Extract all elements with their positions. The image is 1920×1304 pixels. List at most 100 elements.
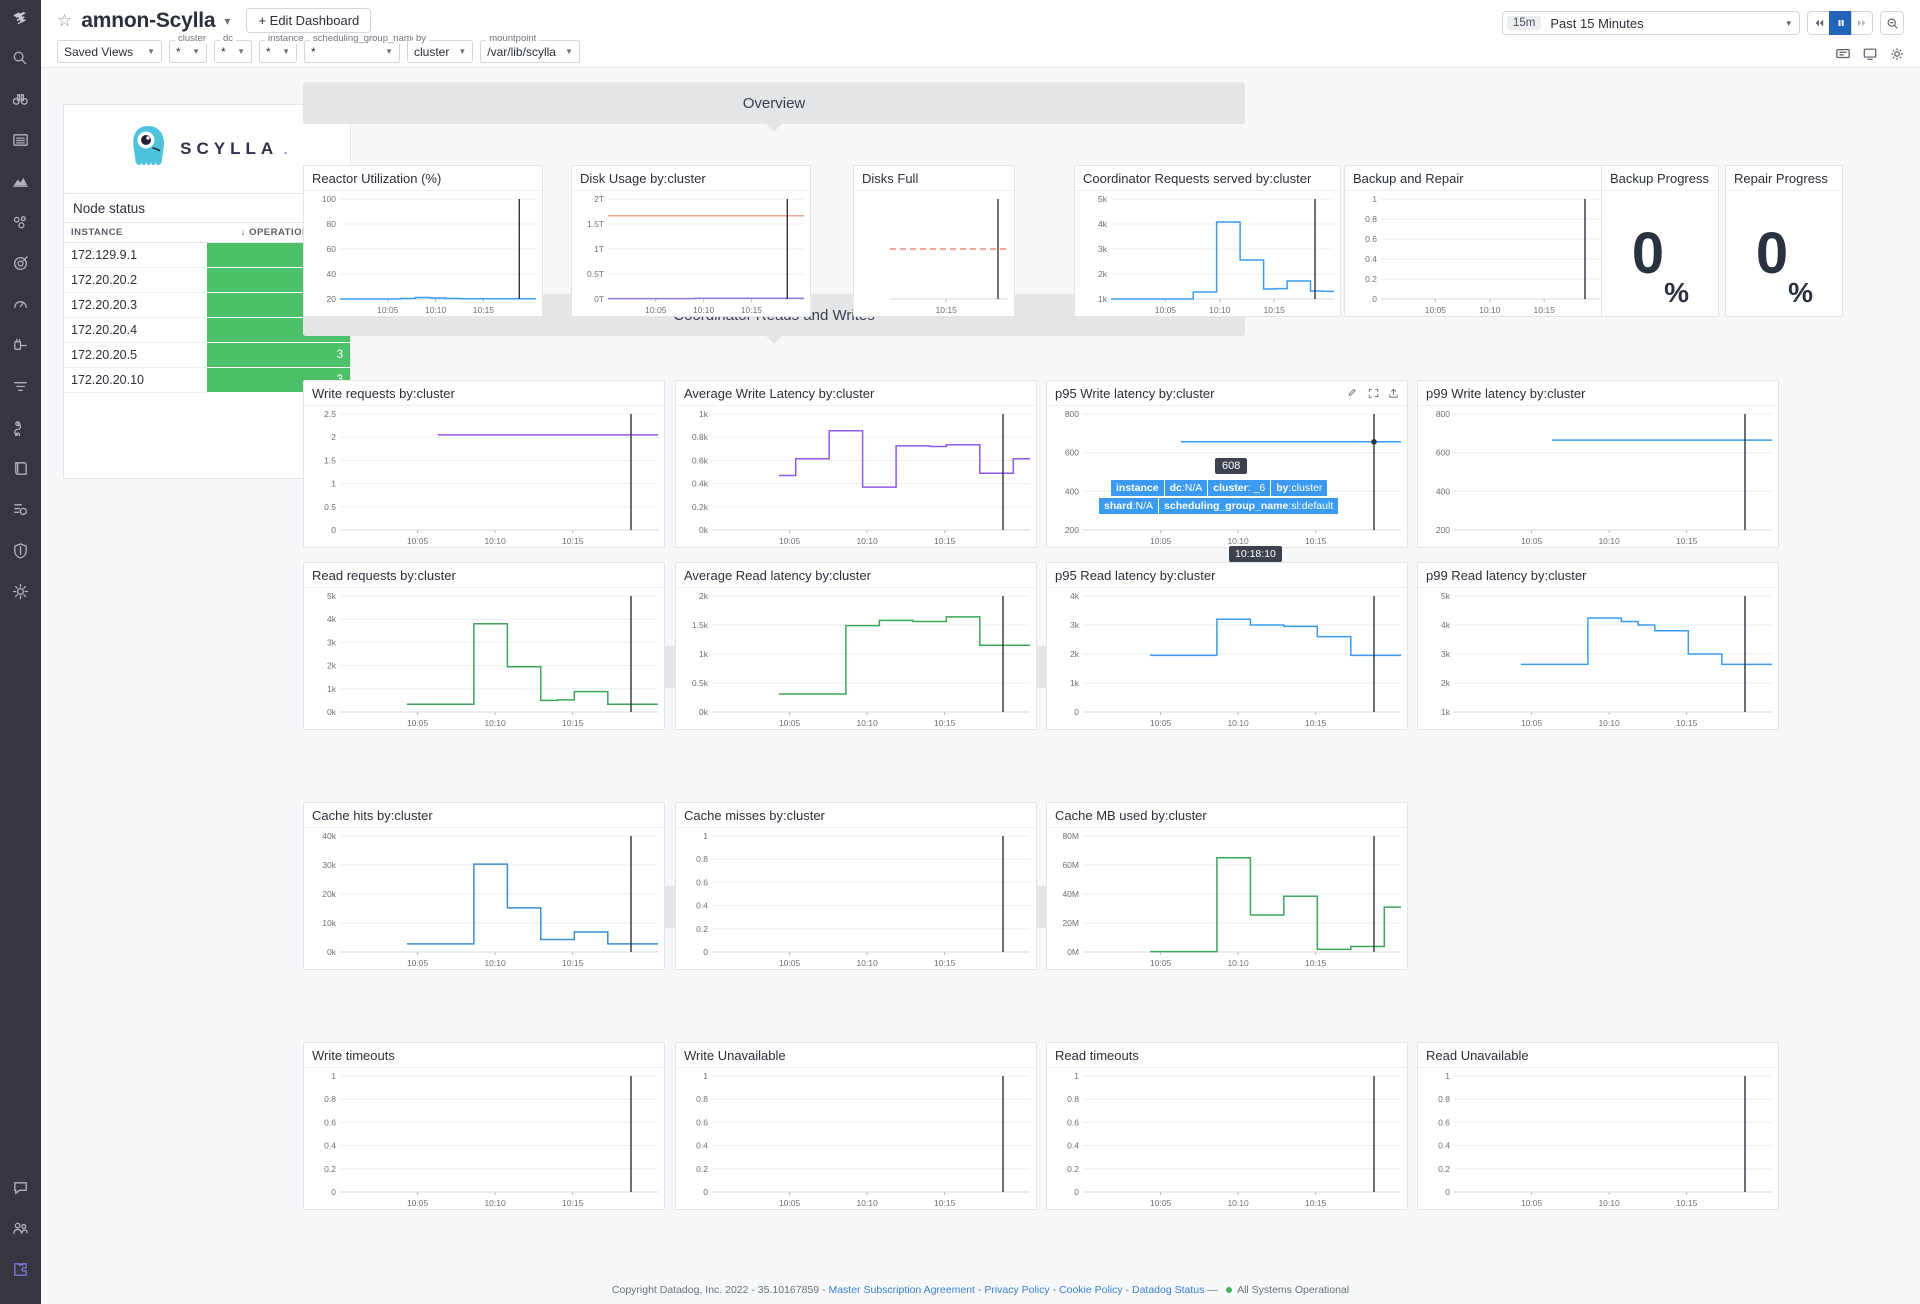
average-write-latency-plot[interactable]: 1k 0.8k 0.6k 0.4k 0.2k 0k 10:05 10:10 10:15: [676, 406, 1036, 548]
team-people-icon[interactable]: [0, 1208, 41, 1249]
instance-filter[interactable]: instance * ▼: [259, 33, 307, 63]
svg-text:0.2: 0.2: [696, 1164, 708, 1174]
settings-gear-icon[interactable]: [1890, 47, 1904, 61]
integrations-puzzle-icon[interactable]: [0, 1249, 41, 1290]
read-timeouts-plot[interactable]: 1 0.8 0.6 0.4 0.2 0 10:05 10:10 10:15: [1047, 1068, 1407, 1210]
footer-link-master-subscription-agreement[interactable]: Master Subscription Agreement: [828, 1284, 975, 1296]
saved-views-select-value: Saved Views: [64, 44, 134, 59]
svg-text:1.5k: 1.5k: [692, 620, 709, 630]
svg-text:0.2: 0.2: [696, 924, 708, 934]
watchdog-binoculars-icon[interactable]: [0, 79, 41, 120]
footer: Copyright Datadog, Inc. 2022 - 35.101678…: [611, 1284, 1350, 1296]
dashboards-list-icon[interactable]: [0, 120, 41, 161]
mountpoint-filter[interactable]: mountpoint/var/lib/scylla ▼: [480, 33, 580, 63]
table-row[interactable]: 172.20.20.5 3: [64, 342, 350, 368]
node-instance: 172.20.20.5: [64, 342, 207, 368]
header-utility-icons: [1836, 47, 1904, 61]
svg-text:10:15: 10:15: [1305, 718, 1327, 728]
traces-link-icon[interactable]: [0, 407, 41, 448]
node-instance: 172.20.20.10: [64, 367, 207, 393]
svg-text:10:10: 10:10: [1227, 958, 1249, 968]
svg-text:10:10: 10:10: [425, 305, 447, 315]
write-requests-plot[interactable]: 2.5 2 1.5 1 0.5 0 10:05 10:10 10:15: [304, 406, 664, 548]
cache-hits-plot[interactable]: 40k 30k 20k 10k 0k 10:05 10:10 10:15: [304, 828, 664, 970]
footer-link-privacy-policy[interactable]: Privacy Policy: [984, 1284, 1049, 1296]
write-unavailable-plot[interactable]: 1 0.8 0.6 0.4 0.2 0 10:05 10:10 10:15: [676, 1068, 1036, 1210]
disk-usage-plot[interactable]: 2T 1.5T 1T 0.5T 0T 10:05 10:10 10:15: [572, 191, 810, 317]
ci-sun-icon[interactable]: [0, 571, 41, 612]
step-backward-button[interactable]: [1807, 11, 1829, 35]
footer-link-cookie-policy[interactable]: Cookie Policy: [1059, 1284, 1123, 1296]
svg-text:30k: 30k: [322, 860, 336, 870]
logs-funnel-icon[interactable]: [0, 366, 41, 407]
scheduling-group-name-filter-label: scheduling_group_name: [310, 33, 421, 44]
svg-text:0k: 0k: [699, 525, 709, 535]
p99-write-latency-plot[interactable]: 800 600 400 200 10:05 10:10 10:15: [1418, 406, 1778, 548]
reactor-utilization-plot[interactable]: 100 80 60 40 20 10:05 10:10 10:15: [304, 191, 542, 317]
search-icon[interactable]: [0, 38, 41, 79]
step-forward-button[interactable]: [1851, 11, 1873, 35]
edit-pencil-icon[interactable]: [1348, 388, 1359, 399]
svg-text:10:15: 10:15: [934, 1198, 956, 1208]
saved-views-select[interactable]: Saved Views ▼: [57, 40, 162, 63]
svg-text:10:05: 10:05: [1521, 1198, 1543, 1208]
edit-dashboard-button[interactable]: + Edit Dashboard: [246, 8, 372, 33]
svg-text:10:05: 10:05: [1150, 536, 1172, 546]
presentation-mode-icon[interactable]: [1836, 47, 1850, 61]
svg-text:10:10: 10:10: [1227, 536, 1249, 546]
chevron-down-icon[interactable]: ▾: [224, 14, 230, 28]
cache-mb-used-plot[interactable]: 80M 60M 40M 20M 0M 10:05 10:10 10:15: [1047, 828, 1407, 970]
zoom-out-button[interactable]: [1880, 11, 1904, 35]
infrastructure-nodes-icon[interactable]: [0, 202, 41, 243]
security-shield-icon[interactable]: [0, 530, 41, 571]
svg-text:0.6: 0.6: [696, 877, 708, 887]
tooltip-row2-tag-1: scheduling_group_name:sl:default: [1159, 498, 1340, 514]
metrics-chart-icon[interactable]: [0, 161, 41, 202]
p95-write-latency-plot[interactable]: 800 600 400 200 10:05 10:10 10:15: [1047, 406, 1407, 548]
tv-display-icon[interactable]: [1863, 47, 1877, 61]
widget-title-reactor-utilization: Reactor Utilization (%): [304, 166, 542, 191]
svg-text:0.5k: 0.5k: [692, 678, 709, 688]
share-export-icon[interactable]: [1388, 388, 1399, 399]
node-instance: 172.20.20.2: [64, 267, 207, 293]
synthetics-gauge-icon[interactable]: [0, 284, 41, 325]
coordinator-requests-plot[interactable]: 5k 4k 3k 2k 1k 10:05 10:10 10:15: [1075, 191, 1340, 317]
instance-filter-label: instance: [265, 33, 307, 44]
star-outline-icon[interactable]: ☆: [57, 11, 72, 31]
svg-text:600: 600: [1065, 448, 1079, 458]
p95-read-latency-plot[interactable]: 4k 3k 2k 1k 0 10:05 10:10 10:15: [1047, 588, 1407, 730]
read-requests-plot[interactable]: 5k 4k 3k 2k 1k 0k 10:05 10:10 10:15: [304, 588, 664, 730]
left-nav-rail: [0, 0, 41, 1304]
svg-text:4k: 4k: [327, 614, 337, 624]
by-filter[interactable]: by cluster ▼: [407, 33, 474, 63]
scheduling-group-name-filter[interactable]: scheduling_group_name * ▼: [304, 33, 421, 63]
profiler-search-icon[interactable]: [0, 489, 41, 530]
average-read-latency-plot[interactable]: 2k 1.5k 1k 0.5k 0k 10:05 10:10 10:15: [676, 588, 1036, 730]
svg-text:10:10: 10:10: [856, 536, 878, 546]
notebooks-icon[interactable]: [0, 448, 41, 489]
cluster-filter[interactable]: cluster * ▼: [169, 33, 209, 63]
disks-full-plot[interactable]: 10:15: [854, 191, 1014, 317]
cache-misses-plot[interactable]: 1 0.8 0.6 0.4 0.2 0 10:05 10:10 10:15: [676, 828, 1036, 970]
chat-support-icon[interactable]: [0, 1167, 41, 1208]
dc-filter[interactable]: dc * ▼: [214, 33, 252, 63]
footer-link-datadog-status[interactable]: Datadog Status: [1132, 1284, 1204, 1296]
svg-text:0.8: 0.8: [696, 1094, 708, 1104]
svg-text:2k: 2k: [1070, 649, 1080, 659]
write-timeouts-plot[interactable]: 1 0.8 0.6 0.4 0.2 0 10:05 10:10 10:15: [304, 1068, 664, 1210]
scylla-dot: .: [283, 139, 288, 158]
fullscreen-expand-icon[interactable]: [1368, 388, 1379, 399]
rum-plug-icon[interactable]: [0, 325, 41, 366]
svg-text:10:15: 10:15: [1305, 1198, 1327, 1208]
svg-text:3k: 3k: [1070, 620, 1080, 630]
backup-and-repair-plot[interactable]: 1 0.8 0.6 0.4 0.2 0 10:05 10:10 10:15: [1345, 191, 1610, 317]
read-unavailable-plot[interactable]: 1 0.8 0.6 0.4 0.2 0 10:05 10:10 10:15: [1418, 1068, 1778, 1210]
column-header-instance[interactable]: INSTANCE: [64, 222, 207, 243]
pause-button[interactable]: [1829, 11, 1851, 35]
p99-read-latency-plot[interactable]: 5k 4k 3k 2k 1k 10:05 10:10 10:15: [1418, 588, 1778, 730]
time-range-picker[interactable]: 15m Past 15 Minutes ▾: [1502, 11, 1800, 35]
apm-target-icon[interactable]: [0, 243, 41, 284]
datadog-logo-icon[interactable]: [0, 0, 41, 38]
svg-text:60M: 60M: [1062, 860, 1079, 870]
svg-text:0.6: 0.6: [324, 1117, 336, 1127]
